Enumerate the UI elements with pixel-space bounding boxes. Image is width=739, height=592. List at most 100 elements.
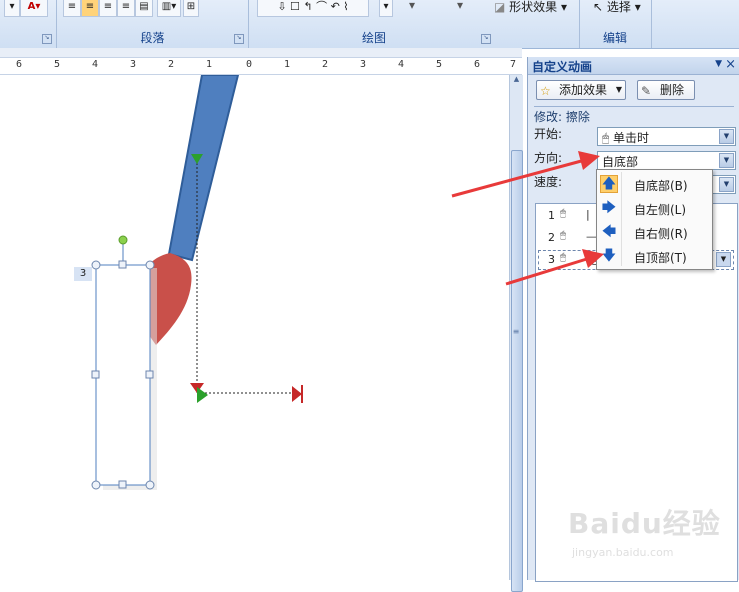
ribbon: ▾ A▾ ↘ ≡ ≡ ≡ ≡ ▤ ▥▾ ⊞ 段落 ↘ ⇩ ☐ ↰ ⌒ ↶ ⌇ ▾… bbox=[0, 0, 739, 49]
start-value: 🖱 单击时 bbox=[602, 129, 649, 146]
shapes-gallery[interactable]: ⇩ ☐ ↰ ⌒ ↶ ⌇ bbox=[257, 0, 369, 17]
align-left-button[interactable]: ≡ bbox=[63, 0, 81, 17]
chevron-down-icon[interactable]: ▼ bbox=[719, 177, 734, 192]
item-number: 1 bbox=[548, 209, 555, 222]
menu-item-from-top[interactable]: 🡇 自顶部(T) bbox=[597, 244, 712, 268]
mouse-icon: 🖱 bbox=[560, 252, 566, 263]
scrollbar-thumb[interactable] bbox=[511, 150, 523, 592]
ruler-tick: 5 bbox=[436, 59, 443, 70]
shape-effects-button[interactable]: ◪ 形状效果 ▾ bbox=[494, 0, 567, 15]
align-center-button[interactable]: ≡ bbox=[81, 0, 99, 17]
justify-button[interactable]: ≡ bbox=[117, 0, 135, 17]
speed-label: 速度: bbox=[534, 175, 563, 189]
pane-title: 自定义动画 bbox=[532, 60, 593, 74]
watermark-brand: Baidu经验 bbox=[568, 507, 721, 540]
shapes-gallery-more[interactable]: ▾ bbox=[379, 0, 393, 17]
item-effect: | bbox=[586, 208, 590, 221]
divider bbox=[534, 106, 734, 107]
ruler-tick: 2 bbox=[322, 59, 329, 70]
menu-item-label: 自顶部(T) bbox=[634, 251, 687, 265]
motion-end-marker bbox=[292, 386, 302, 402]
font-group: ▾ A▾ ↘ bbox=[0, 0, 57, 48]
modify-heading: 修改: 擦除 bbox=[534, 110, 590, 124]
item-number: 3 bbox=[548, 253, 555, 266]
editing-group-label: 编辑 bbox=[602, 31, 627, 45]
editing-group: ↖ 选择 ▾ 编辑 bbox=[579, 0, 652, 48]
pane-title-bar: 自定义动画 ▼ × bbox=[528, 57, 739, 75]
motion-play-marker bbox=[197, 387, 208, 403]
arrow-left-icon: 🡄 bbox=[601, 224, 617, 240]
arrange-button[interactable]: ▾ bbox=[409, 0, 415, 12]
scroll-up-arrow-icon[interactable]: ▲ bbox=[510, 75, 523, 87]
scrollbar-grip-icon: ≡ bbox=[512, 327, 520, 336]
add-effect-button[interactable]: ☆ 添加效果 ▼ bbox=[536, 80, 626, 100]
select-label: 选择 bbox=[606, 0, 631, 14]
ruler-tick: 4 bbox=[92, 59, 99, 70]
arrow-down-icon: 🡇 bbox=[601, 248, 617, 264]
start-value-text: 单击时 bbox=[613, 131, 650, 145]
remove-button[interactable]: ✎ 删除 bbox=[637, 80, 695, 100]
ruler-tick: 4 bbox=[398, 59, 405, 70]
font-size-dropdown[interactable]: ▾ bbox=[4, 0, 20, 17]
star-icon: ☆ bbox=[540, 84, 551, 98]
chevron-down-icon[interactable]: ▼ bbox=[719, 129, 734, 144]
watermark: Baidu经验 jingyan.baidu.com bbox=[560, 500, 735, 572]
animation-order-tag[interactable]: 3 bbox=[74, 267, 92, 281]
ruler-tick: 1 bbox=[206, 59, 213, 70]
menu-item-from-right[interactable]: 🡄 自右侧(R) bbox=[597, 220, 712, 244]
horizontal-ruler[interactable]: 6 5 4 3 2 1 0 1 2 3 4 5 6 7 bbox=[0, 57, 522, 75]
ruler-tick: 0 bbox=[246, 59, 253, 70]
mouse-icon: 🖱 bbox=[560, 208, 566, 219]
direction-select[interactable]: 自底部 ▼ bbox=[597, 151, 736, 170]
slide-canvas[interactable] bbox=[0, 75, 509, 580]
paragraph-group: ≡ ≡ ≡ ≡ ▤ ▥▾ ⊞ 段落 ↘ bbox=[57, 0, 249, 48]
remove-icon: ✎ bbox=[641, 84, 652, 98]
select-button[interactable]: ↖ 选择 ▾ bbox=[593, 0, 641, 15]
shape-effects-icon: ◪ bbox=[494, 0, 506, 14]
item-number: 2 bbox=[548, 231, 555, 244]
distribute-button[interactable]: ▤ bbox=[135, 0, 153, 17]
selected-rectangle[interactable] bbox=[91, 235, 157, 490]
menu-item-label: 自左侧(L) bbox=[634, 203, 687, 217]
ruler-tick: 2 bbox=[168, 59, 175, 70]
add-effect-label: 添加效果 bbox=[559, 83, 608, 97]
cursor-icon: ↖ bbox=[593, 0, 604, 14]
font-dialog-launcher[interactable]: ↘ bbox=[42, 34, 52, 44]
drawing-dialog-launcher[interactable]: ↘ bbox=[481, 34, 491, 44]
chevron-down-icon[interactable]: ▼ bbox=[716, 252, 731, 267]
ruler-tick: 5 bbox=[54, 59, 61, 70]
ruler-tick: 1 bbox=[284, 59, 291, 70]
watermark-url: jingyan.baidu.com bbox=[572, 546, 674, 559]
menu-item-from-bottom[interactable]: 🡅 自底部(B) bbox=[597, 172, 712, 196]
drawing-group-label: 绘图 bbox=[361, 31, 386, 45]
ruler-tick: 6 bbox=[474, 59, 481, 70]
slide-drawing bbox=[91, 75, 303, 490]
start-select[interactable]: 🖱 单击时 ▼ bbox=[597, 127, 736, 146]
vertical-scrollbar[interactable]: ▲ ≡ bbox=[509, 75, 523, 592]
align-right-button[interactable]: ≡ bbox=[99, 0, 117, 17]
start-label: 开始: bbox=[534, 127, 563, 141]
mouse-icon: 🖱 bbox=[560, 230, 566, 241]
paragraph-dialog-launcher[interactable]: ↘ bbox=[234, 34, 244, 44]
close-icon[interactable]: × bbox=[725, 57, 736, 72]
chevron-down-icon[interactable]: ▼ bbox=[719, 153, 734, 168]
paragraph-group-label: 段落 bbox=[140, 31, 165, 45]
pane-options-icon[interactable]: ▼ bbox=[715, 59, 722, 69]
font-color-icon: A bbox=[27, 1, 36, 12]
smartart-button[interactable]: ⊞ bbox=[183, 0, 199, 17]
drawing-group: ⇩ ☐ ↰ ⌒ ↶ ⌇ ▾ ▾ ▾ ◪ 形状效果 ▾ 绘图 ↘ bbox=[249, 0, 580, 48]
shape-effects-label: 形状效果 bbox=[509, 0, 558, 14]
quick-styles-button[interactable]: ▾ bbox=[457, 0, 463, 12]
direction-menu: 🡅 自底部(B) 🡆 自左侧(L) 🡄 自右侧(R) 🡇 自顶部(T) bbox=[596, 169, 713, 270]
ruler-tick: 3 bbox=[130, 59, 137, 70]
menu-item-from-left[interactable]: 🡆 自左侧(L) bbox=[597, 196, 712, 220]
ruler-tick: 3 bbox=[360, 59, 367, 70]
ruler-background bbox=[0, 48, 522, 57]
remove-label: 删除 bbox=[660, 83, 685, 97]
columns-button[interactable]: ▥▾ bbox=[157, 0, 181, 17]
menu-item-label: 自底部(B) bbox=[634, 179, 688, 193]
chevron-down-icon: ▼ bbox=[615, 85, 622, 94]
ruler-tick: 7 bbox=[510, 59, 517, 70]
font-color-button[interactable]: A▾ bbox=[20, 0, 48, 17]
direction-value: 自底部 bbox=[602, 155, 639, 169]
